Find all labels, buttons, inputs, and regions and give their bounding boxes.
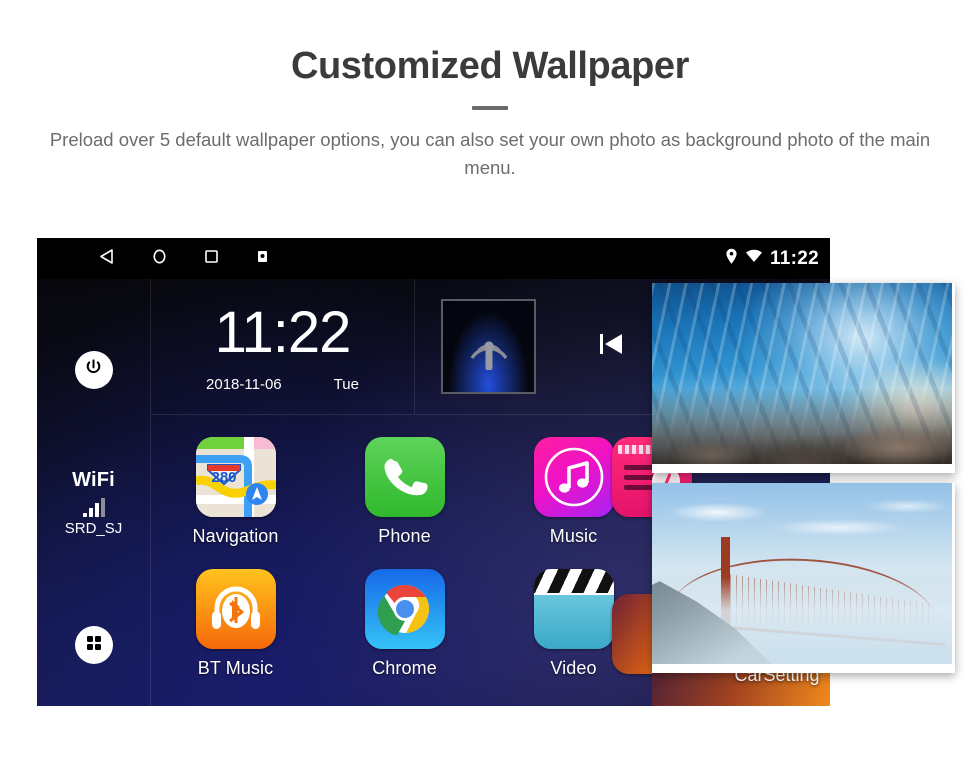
status-bar-indicators: 11:22: [725, 238, 819, 279]
recents-square-icon[interactable]: [203, 248, 220, 270]
signal-bars-icon: [37, 497, 150, 517]
status-bar-clock: 11:22: [769, 247, 819, 269]
title-divider: [472, 105, 508, 110]
golden-gate-bridge-wallpaper: [652, 483, 952, 664]
app-label: BT Music: [197, 658, 274, 678]
location-pin-icon: [725, 248, 738, 270]
apps-grid-icon: [85, 634, 103, 657]
status-bar-nav: [99, 248, 270, 270]
app-bt-music[interactable]: BT Music: [151, 569, 320, 679]
music-note-icon: [533, 437, 614, 517]
maps-icon: 280: [195, 437, 276, 517]
app-label: Chrome: [372, 658, 437, 678]
app-label: Music: [549, 526, 598, 546]
left-rail: WiFi SRD_SJ: [37, 279, 151, 706]
golden-gate-wallpaper-preview[interactable]: [652, 483, 955, 673]
app-label: Video: [550, 658, 597, 678]
app-chrome[interactable]: Chrome: [320, 569, 489, 679]
clock-widget-time: 11:22: [214, 300, 352, 365]
head-unit-screenshot: 11:22 WiFi SRD_SJ 11:22 2018-11-06 Tue 2…: [37, 238, 955, 706]
page-header: Customized Wallpaper Preload over 5 defa…: [0, 0, 980, 183]
clock-widget-weekday: Tue: [333, 376, 359, 393]
clock-widget-date: 2018-11-06: [206, 376, 282, 393]
app-label: Phone: [378, 526, 431, 546]
phone-icon: [364, 437, 445, 517]
wifi-ssid: SRD_SJ: [64, 520, 123, 537]
bluetooth-headphones-icon: [195, 569, 276, 649]
power-button[interactable]: [74, 351, 113, 389]
page-subtitle: Preload over 5 default wallpaper options…: [49, 128, 931, 179]
previous-track-icon[interactable]: [596, 330, 626, 364]
ice-cave-wallpaper-preview[interactable]: [652, 283, 955, 473]
svg-text:280: 280: [211, 469, 236, 486]
all-apps-button[interactable]: [74, 626, 113, 664]
clapperboard-icon: [533, 569, 614, 649]
ice-cave-wallpaper: [652, 283, 952, 464]
app-phone[interactable]: Phone: [320, 437, 489, 547]
page-title: Customized Wallpaper: [290, 45, 690, 87]
app-label: Navigation: [192, 526, 279, 546]
home-circle-icon[interactable]: [151, 248, 168, 270]
screenshot-icon[interactable]: [255, 249, 270, 269]
power-icon: [84, 358, 103, 382]
radio-broadcast-icon: [441, 299, 536, 394]
clock-widget[interactable]: 11:22 2018-11-06 Tue: [151, 279, 415, 414]
wifi-icon: [745, 249, 763, 268]
chrome-icon: [364, 569, 445, 649]
back-triangle-icon[interactable]: [99, 248, 116, 270]
wifi-label: WiFi: [72, 469, 115, 491]
clock-widget-meta: 2018-11-06 Tue: [206, 376, 359, 393]
app-navigation[interactable]: 280 Navigation: [151, 437, 320, 547]
status-bar: 11:22: [37, 238, 830, 279]
wifi-widget[interactable]: WiFi SRD_SJ: [37, 469, 150, 537]
